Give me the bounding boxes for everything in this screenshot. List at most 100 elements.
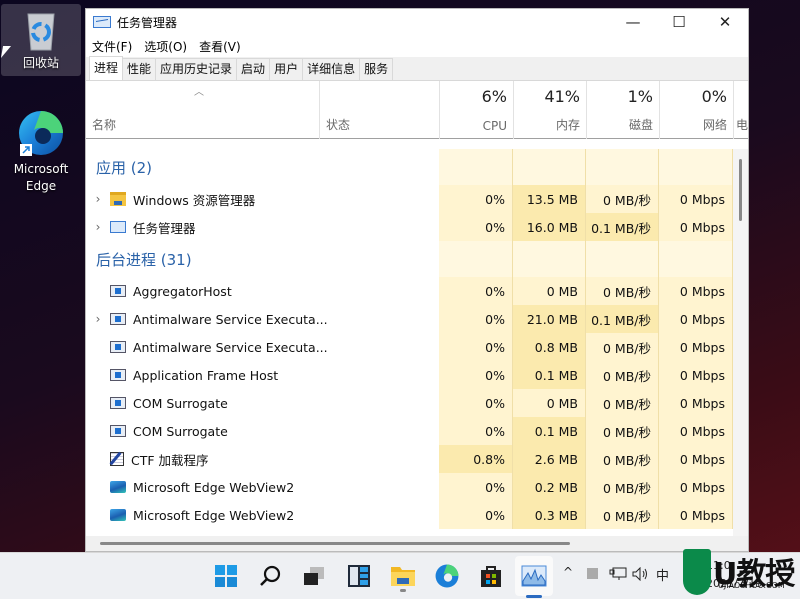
menu-file[interactable]: 文件(F) bbox=[92, 38, 132, 55]
column-disk[interactable]: 1% 磁盘 bbox=[587, 81, 660, 139]
task-view-button[interactable] bbox=[300, 562, 328, 590]
cell-memory: 0.1 MB bbox=[513, 417, 586, 445]
sys-process-icon bbox=[110, 313, 126, 325]
cell-bg bbox=[586, 241, 659, 277]
edge-icon bbox=[435, 564, 459, 588]
cell-bg bbox=[513, 241, 586, 277]
column-name[interactable]: ︿ 名称 bbox=[86, 81, 320, 139]
wv-process-icon bbox=[110, 481, 126, 493]
desktop-icon-recycle-bin[interactable]: 回收站 bbox=[1, 4, 81, 76]
group-header[interactable]: 后台进程 (31) bbox=[86, 241, 733, 277]
close-button[interactable]: ✕ bbox=[702, 9, 748, 35]
network-icon[interactable] bbox=[609, 567, 627, 581]
horizontal-scrollbar[interactable] bbox=[86, 536, 748, 551]
memory-usage: 41% bbox=[544, 87, 580, 106]
ime-indicator[interactable]: 中 bbox=[656, 565, 669, 584]
scrollbar-thumb[interactable] bbox=[739, 159, 742, 221]
cell-cpu: 0% bbox=[439, 501, 513, 529]
cell-memory: 0.3 MB bbox=[513, 501, 586, 529]
cell-network: 0 Mbps bbox=[659, 333, 733, 361]
tab-startup[interactable]: 启动 bbox=[236, 58, 271, 80]
tab-services[interactable]: 服务 bbox=[359, 58, 394, 80]
process-row[interactable]: Microsoft Edge WebView2 0% 0.2 MB 0 MB/秒 0 M… bbox=[86, 473, 733, 501]
tab-app-history[interactable]: 应用历史记录 bbox=[155, 58, 238, 80]
menu-bar: 文件(F) 选项(O) 查看(V) bbox=[86, 35, 748, 57]
column-network[interactable]: 0% 网络 bbox=[660, 81, 734, 139]
expand-chevron-icon[interactable]: › bbox=[86, 220, 110, 234]
vertical-scrollbar[interactable] bbox=[733, 149, 748, 536]
scrollbar-thumb[interactable] bbox=[100, 542, 570, 545]
network-usage: 0% bbox=[701, 87, 727, 106]
cell-network: 0 Mbps bbox=[659, 389, 733, 417]
process-row[interactable]: AggregatorHost 0% 0 MB 0 MB/秒 0 Mbps bbox=[86, 277, 733, 305]
process-row[interactable]: COM Surrogate 0% 0.1 MB 0 MB/秒 0 Mbps bbox=[86, 417, 733, 445]
file-explorer-button[interactable] bbox=[389, 562, 417, 592]
process-row[interactable]: › Antimalware Service Executa... 0% 21.0 MB… bbox=[86, 305, 733, 333]
cell-bg bbox=[659, 241, 733, 277]
widgets-button[interactable] bbox=[345, 562, 373, 590]
process-name: 任务管理器 bbox=[133, 220, 196, 236]
cell-disk: 0 MB/秒 bbox=[586, 277, 659, 305]
column-status[interactable]: 状态 bbox=[320, 81, 440, 139]
tray-app-icon[interactable] bbox=[587, 568, 598, 579]
ctf-process-icon bbox=[110, 452, 124, 466]
process-row[interactable]: CTF 加载程序 0.8% 2.6 MB 0 MB/秒 0 Mbps bbox=[86, 445, 733, 473]
process-name: Antimalware Service Executa... bbox=[133, 311, 328, 327]
cell-bg bbox=[439, 149, 513, 185]
menu-view[interactable]: 查看(V) bbox=[199, 38, 241, 55]
minimize-button[interactable]: — bbox=[610, 9, 656, 35]
cell-disk: 0 MB/秒 bbox=[586, 389, 659, 417]
cell-cpu: 0% bbox=[439, 185, 513, 213]
menu-options[interactable]: 选项(O) bbox=[144, 38, 187, 55]
tab-performance[interactable]: 性能 bbox=[122, 58, 157, 80]
search-button[interactable] bbox=[256, 562, 284, 590]
cell-memory: 2.6 MB bbox=[513, 445, 586, 473]
cell-network: 0 Mbps bbox=[659, 501, 733, 529]
group-header[interactable]: 应用 (2) bbox=[86, 149, 733, 185]
process-row[interactable]: › 任务管理器 0% 16.0 MB 0.1 MB/秒 0 Mbps bbox=[86, 213, 733, 241]
running-indicator bbox=[400, 589, 406, 592]
cell-memory: 21.0 MB bbox=[513, 305, 586, 333]
process-row[interactable]: Microsoft Edge WebView2 0% 0.3 MB 0 MB/秒 0 M… bbox=[86, 501, 733, 529]
tab-bar: 进程 性能 应用历史记录 启动 用户 详细信息 服务 bbox=[86, 56, 748, 81]
volume-icon[interactable] bbox=[632, 567, 650, 581]
desktop-icon-label: Microsoft bbox=[13, 162, 69, 176]
store-button[interactable] bbox=[477, 562, 505, 590]
cell-network: 0 Mbps bbox=[659, 277, 733, 305]
cell-cpu: 0% bbox=[439, 389, 513, 417]
process-row[interactable]: Application Frame Host 0% 0.1 MB 0 MB/秒 0 Mb… bbox=[86, 361, 733, 389]
start-button[interactable] bbox=[212, 562, 240, 590]
edge-taskbar-button[interactable] bbox=[433, 562, 461, 590]
maximize-button[interactable]: ☐ bbox=[656, 9, 702, 35]
column-memory[interactable]: 41% 内存 bbox=[514, 81, 587, 139]
expand-chevron-icon[interactable]: › bbox=[86, 312, 110, 326]
cell-bg bbox=[659, 149, 733, 185]
tray-overflow-chevron[interactable]: ^ bbox=[563, 565, 573, 579]
sys-process-icon bbox=[110, 397, 126, 409]
column-cpu[interactable]: 6% CPU bbox=[440, 81, 514, 139]
cell-name: COM Surrogate bbox=[86, 417, 439, 445]
process-row[interactable]: Antimalware Service Executa... 0% 0.8 MB 0 … bbox=[86, 333, 733, 361]
sys-process-icon bbox=[110, 369, 126, 381]
window-title: 任务管理器 bbox=[117, 15, 178, 30]
process-list: 应用 (2) › Windows 资源管理器 0% 13.5 MB 0 MB/秒 0 Mbp… bbox=[86, 149, 733, 536]
cell-name: Microsoft Edge WebView2 bbox=[86, 473, 439, 501]
column-power[interactable]: 电 bbox=[734, 81, 754, 139]
process-row[interactable]: COM Surrogate 0% 0 MB 0 MB/秒 0 Mbps bbox=[86, 389, 733, 417]
expand-chevron-icon[interactable]: › bbox=[86, 192, 110, 206]
tab-details[interactable]: 详细信息 bbox=[302, 58, 361, 80]
cell-network: 0 Mbps bbox=[659, 361, 733, 389]
process-row[interactable]: › Windows 资源管理器 0% 13.5 MB 0 MB/秒 0 Mbps bbox=[86, 185, 733, 213]
process-name: Windows 资源管理器 bbox=[133, 192, 256, 208]
task-manager-icon bbox=[521, 565, 547, 587]
title-bar[interactable]: 任务管理器 — ☐ ✕ bbox=[86, 9, 748, 35]
cell-cpu: 0% bbox=[439, 277, 513, 305]
tab-users[interactable]: 用户 bbox=[269, 58, 304, 80]
process-name: Application Frame Host bbox=[133, 367, 279, 383]
tab-processes[interactable]: 进程 bbox=[89, 56, 124, 80]
desktop-icon-edge[interactable]: Microsoft Edge bbox=[1, 104, 81, 196]
cell-cpu: 0% bbox=[439, 417, 513, 445]
store-icon bbox=[481, 566, 501, 587]
cell-cpu: 0% bbox=[439, 473, 513, 501]
task-manager-taskbar-button[interactable] bbox=[515, 556, 553, 598]
